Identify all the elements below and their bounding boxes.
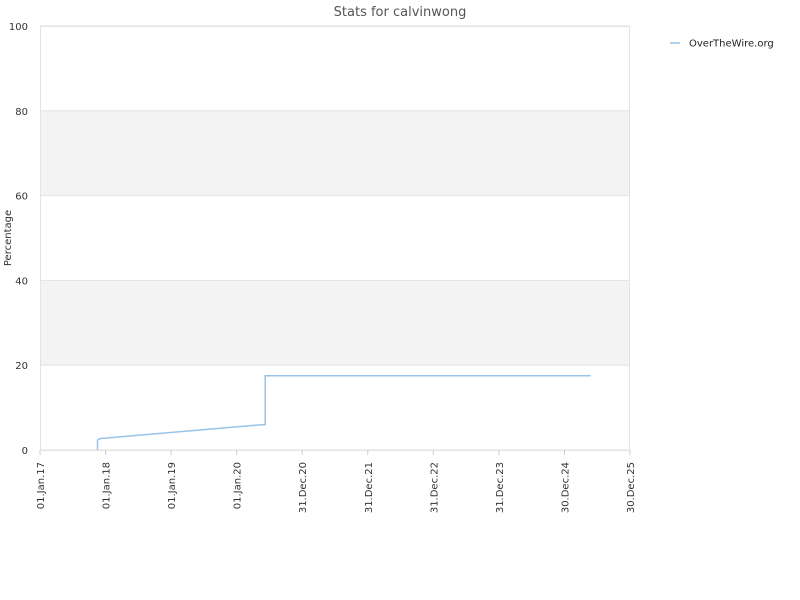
x-tick-label: 31.Dec.20 — [298, 462, 309, 513]
chart-title: Stats for calvinwong — [334, 5, 467, 20]
x-tick-label: 31.Dec.21 — [364, 462, 375, 513]
x-tick-label: 31.Dec.22 — [429, 462, 440, 513]
legend: OverTheWire.org — [670, 39, 774, 50]
x-tick-label: 01.Jan.19 — [167, 462, 178, 509]
x-tick-label: 01.Jan.17 — [36, 462, 47, 509]
chart: 0 20 40 60 80 100 01.Jan.17 01.Jan.18 01.Jan.19… — [3, 5, 774, 513]
plot-border — [40, 26, 630, 451]
series-layer — [96, 375, 591, 450]
x-tick-label: 01.Jan.18 — [102, 462, 113, 509]
x-tick-label: 01.Jan.20 — [233, 462, 244, 509]
plot-band — [40, 110, 630, 196]
plot-band — [40, 280, 630, 366]
y-tick-label: 0 — [22, 446, 28, 457]
x-tick-label: 31.Dec.23 — [495, 462, 506, 513]
y-axis-label: Percentage — [3, 210, 14, 266]
legend-label: OverTheWire.org — [689, 39, 774, 50]
x-tick-label: 30.Dec.25 — [626, 462, 637, 513]
y-tick-label: 40 — [15, 276, 28, 287]
plot-bands — [40, 110, 630, 366]
grid-lines — [40, 25, 630, 451]
y-tick-label: 20 — [15, 361, 28, 372]
y-tick-label: 100 — [9, 22, 28, 33]
series-line — [96, 375, 591, 450]
y-tick-label: 80 — [15, 107, 28, 118]
x-axis: 01.Jan.17 01.Jan.18 01.Jan.19 01.Jan.20 31.D… — [36, 450, 637, 513]
y-tick-label: 60 — [15, 192, 28, 203]
x-tick-label: 30.Dec.24 — [560, 462, 571, 513]
